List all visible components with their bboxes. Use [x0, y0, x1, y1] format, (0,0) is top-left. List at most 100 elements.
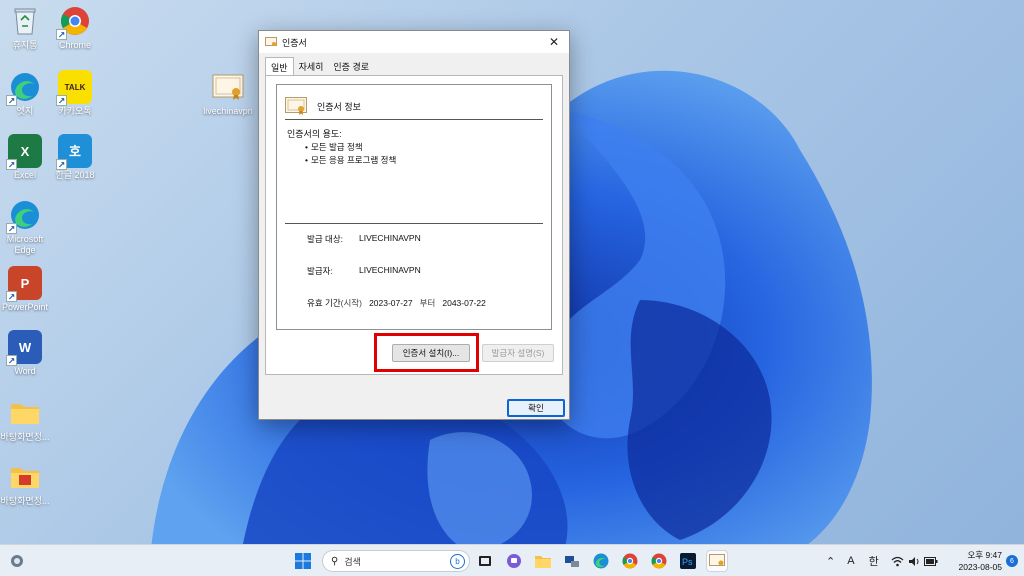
- certificate-info-box: 인증서 정보 인증서의 용도: 모든 발급 정책 모든 응용 프로그램 정책 발…: [276, 84, 552, 330]
- edge-icon: ↗: [6, 70, 42, 106]
- powerpoint-icon: P ↗: [6, 266, 42, 302]
- desktop-icon-label: livechinavpn: [203, 106, 253, 116]
- chevron-up-icon[interactable]: ⌃: [826, 555, 835, 568]
- desktop-icon-certificate-file[interactable]: livechinavpn: [199, 70, 257, 117]
- photoshop-taskbar-button[interactable]: Ps: [677, 550, 699, 572]
- system-tray: ⌃ A 한: [826, 545, 938, 576]
- task-view-button[interactable]: [474, 550, 496, 572]
- taskbar-clock[interactable]: 오후 9:47 2023-08-05: [959, 549, 1002, 573]
- folder-icon: [8, 396, 42, 430]
- tab-general[interactable]: 일반: [265, 57, 294, 76]
- word-icon: W ↗: [6, 330, 42, 366]
- shortcut-arrow-icon: ↗: [6, 291, 17, 302]
- ime-language-indicator[interactable]: 한: [869, 553, 879, 569]
- desktop-icon-chrome[interactable]: ↗ Chrome: [46, 4, 104, 51]
- wifi-icon[interactable]: [891, 556, 904, 567]
- chat-button[interactable]: [503, 550, 525, 572]
- desktop-icon-powerpoint[interactable]: P ↗ PowerPoint: [0, 266, 54, 313]
- chat-icon: [507, 554, 521, 568]
- tab-certification-path[interactable]: 인증 경로: [328, 57, 374, 75]
- valid-to-value: 2043-07-22: [442, 298, 486, 308]
- desktop-icon-label: 바탕화면정...: [0, 496, 50, 506]
- details-divider: [285, 223, 543, 224]
- battery-icon[interactable]: [923, 556, 938, 566]
- desktop-icon-label: 한글 2018: [55, 170, 95, 180]
- tab-details[interactable]: 자세히: [294, 57, 329, 75]
- search-icon: ⚲: [331, 555, 339, 567]
- windows-icon: [295, 553, 311, 569]
- certificate-info-title: 인증서 정보: [317, 101, 361, 112]
- hangul-icon: 호 ↗: [56, 134, 92, 170]
- ok-button[interactable]: 확인: [507, 399, 565, 417]
- shortcut-arrow-icon: ↗: [56, 159, 67, 170]
- validity-from-label: (시작): [340, 298, 362, 308]
- general-tab-panel: 인증서 정보 인증서의 용도: 모든 발급 정책 모든 응용 프로그램 정책 발…: [265, 75, 563, 375]
- certificate-icon: [285, 97, 307, 115]
- certificate-file-icon: [211, 70, 245, 104]
- desktop-icon-label: Chrome: [58, 40, 91, 50]
- bing-icon: b: [450, 554, 465, 569]
- edge-icon: [593, 553, 609, 569]
- kakaotalk-icon: TALK ↗: [56, 70, 92, 106]
- issued-to-value: LIVECHINAVPN: [359, 233, 421, 243]
- ime-mode-indicator[interactable]: A: [847, 555, 854, 567]
- notification-badge[interactable]: 6: [1006, 555, 1018, 567]
- folder-icon: [535, 556, 551, 568]
- desktop-icon-folder-red[interactable]: 바탕화면정...: [0, 460, 54, 507]
- header-divider: [285, 119, 543, 120]
- purpose-list: 모든 발급 정책 모든 응용 프로그램 정책: [305, 141, 396, 167]
- excel-icon: X ↗: [6, 134, 42, 170]
- list-item: 모든 응용 프로그램 정책: [305, 154, 396, 167]
- folder-red-icon: [8, 460, 42, 494]
- network-app-icon: [565, 556, 579, 567]
- taskbar: ⚲ 검색 b Ps ⌃ A 한 오후 9:47 2023-08-05 6: [0, 544, 1024, 576]
- certificate-info-header: 인증서 정보: [285, 97, 361, 115]
- issued-by-row: 발급자: LIVECHINAVPN: [307, 265, 421, 277]
- start-button[interactable]: [292, 550, 314, 572]
- desktop-icon-microsoft-edge[interactable]: ↗ Microsoft Edge: [0, 198, 54, 256]
- chrome-profile-taskbar-button[interactable]: [648, 550, 670, 572]
- valid-from-value: 2023-07-27: [369, 298, 413, 308]
- desktop-icon-hangul[interactable]: 호 ↗ 한글 2018: [46, 134, 104, 181]
- issued-by-value: LIVECHINAVPN: [359, 265, 421, 275]
- svg-text:Ps: Ps: [682, 557, 693, 567]
- highlight-box: [374, 333, 479, 372]
- clock-time: 오후 9:47: [967, 550, 1002, 560]
- certificate-taskbar-button[interactable]: [706, 550, 728, 572]
- certificate-icon: [265, 37, 277, 46]
- app-button[interactable]: [561, 550, 583, 572]
- volume-icon[interactable]: [908, 556, 920, 567]
- list-item: 모든 발급 정책: [305, 141, 396, 154]
- widget-icon: [11, 555, 23, 567]
- shortcut-arrow-icon: ↗: [6, 95, 17, 106]
- desktop-icon-kakaotalk[interactable]: TALK ↗ 카카오톡: [46, 70, 104, 117]
- edge-icon: ↗: [6, 198, 42, 234]
- validity-label: 유효 기간: [307, 298, 341, 308]
- desktop-icon-label: PowerPoint: [1, 302, 49, 312]
- desktop-icon-label: Microsoft Edge: [6, 234, 44, 255]
- shortcut-arrow-icon: ↗: [56, 29, 67, 40]
- issuer-statement-button[interactable]: 발급자 설명(S): [482, 344, 554, 362]
- desktop-icon-word[interactable]: W ↗ Word: [0, 330, 54, 377]
- desktop-icon-label: 카카오톡: [58, 106, 92, 116]
- dialog-titlebar[interactable]: 인증서 ✕: [259, 31, 569, 53]
- issued-to-label: 발급 대상:: [307, 234, 344, 244]
- shortcut-arrow-icon: ↗: [6, 223, 17, 234]
- shortcut-arrow-icon: ↗: [6, 355, 17, 366]
- photoshop-icon: Ps: [680, 553, 696, 569]
- shortcut-arrow-icon: ↗: [56, 95, 67, 106]
- desktop-icon-folder[interactable]: 바탕화면정...: [0, 396, 54, 443]
- edge-taskbar-button[interactable]: [590, 550, 612, 572]
- weather-widget[interactable]: [6, 550, 28, 572]
- close-button[interactable]: ✕: [539, 31, 569, 53]
- file-explorer-button[interactable]: [532, 550, 554, 572]
- clock-date: 2023-08-05: [958, 562, 1002, 572]
- chrome-icon: [651, 553, 667, 569]
- taskbar-search[interactable]: ⚲ 검색 b: [322, 550, 470, 572]
- chrome-icon: [622, 553, 638, 569]
- purpose-label: 인증서의 용도:: [287, 129, 342, 139]
- chrome-icon: ↗: [56, 4, 92, 40]
- chrome-taskbar-button[interactable]: [619, 550, 641, 572]
- search-input[interactable]: 검색: [344, 555, 361, 568]
- issued-by-label: 발급자:: [307, 266, 333, 276]
